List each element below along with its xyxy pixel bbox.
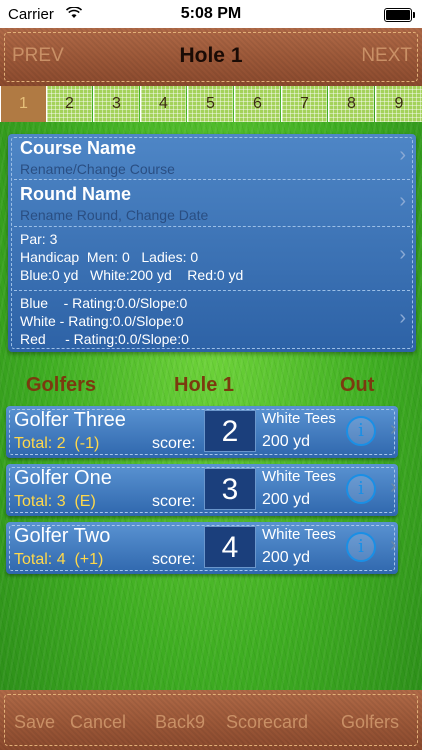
yardage-label: 200 yd xyxy=(262,491,311,508)
golfer-row[interactable]: Golfer Three Total: 2 (-1) score: 2 Whit… xyxy=(6,406,398,458)
golfer-total: Total: 2 (-1) xyxy=(14,435,100,452)
yardage-label: 200 yd xyxy=(262,433,311,450)
back9-button[interactable]: Back9 xyxy=(155,712,205,733)
battery-icon xyxy=(384,8,415,22)
chevron-right-icon: › xyxy=(399,307,406,329)
page-title: Hole 1 xyxy=(179,44,243,67)
hole-tab-8[interactable]: 8 xyxy=(328,86,374,122)
golfer-total: Total: 3 (E) xyxy=(14,493,96,510)
score-label: score: xyxy=(152,493,196,510)
round-name-title: Round Name xyxy=(20,184,132,204)
score-box[interactable]: 4 xyxy=(204,526,256,568)
info-icon[interactable]: i xyxy=(346,532,376,562)
golfer-row[interactable]: Golfer One Total: 3 (E) score: 3 White T… xyxy=(6,464,398,516)
hole-tab-4[interactable]: 4 xyxy=(140,86,186,122)
rating-red: Red - Rating:0.0/Slope:0 xyxy=(20,331,189,347)
chevron-right-icon: › xyxy=(390,534,397,556)
tee-label: White Tees xyxy=(262,468,336,485)
round-row[interactable]: Round Name Rename Round, Change Date › xyxy=(8,180,416,226)
footer-toolbar: Save Cancel Back9 Scorecard Golfers xyxy=(0,690,422,750)
score-box[interactable]: 2 xyxy=(204,410,256,452)
par-text: Par: 3 xyxy=(20,231,58,247)
info-icon[interactable]: i xyxy=(346,416,376,446)
handicap-text: Handicap Men: 0 Ladies: 0 xyxy=(20,249,199,265)
tee-label: White Tees xyxy=(262,526,336,543)
next-button[interactable]: NEXT xyxy=(361,45,412,67)
golfer-name: Golfer Two xyxy=(14,525,111,547)
golfer-name: Golfer One xyxy=(14,467,112,489)
course-info-card: Course Name Rename/Change Course › Round… xyxy=(8,134,416,352)
hole-tab-7[interactable]: 7 xyxy=(281,86,327,122)
hole-tab-2[interactable]: 2 xyxy=(46,86,92,122)
cancel-button[interactable]: Cancel xyxy=(70,712,126,733)
rating-blue: Blue - Rating:0.0/Slope:0 xyxy=(20,295,188,311)
rating-white: White - Rating:0.0/Slope:0 xyxy=(20,313,184,329)
golfer-name: Golfer Three xyxy=(14,409,126,431)
chevron-right-icon: › xyxy=(399,243,406,265)
chevron-right-icon: › xyxy=(399,190,406,212)
score-label: score: xyxy=(152,551,196,568)
score-box[interactable]: 3 xyxy=(204,468,256,510)
info-icon[interactable]: i xyxy=(346,474,376,504)
hole-selector: 1 2 3 4 5 6 7 8 9 xyxy=(0,86,422,122)
hole-tab-3[interactable]: 3 xyxy=(93,86,139,122)
chevron-right-icon: › xyxy=(399,144,406,166)
course-name-subtitle: Rename/Change Course xyxy=(20,161,175,177)
chevron-right-icon: › xyxy=(390,418,397,440)
yardage-text: Blue:0 yd White:200 yd Red:0 yd xyxy=(20,267,244,283)
round-name-subtitle: Rename Round, Change Date xyxy=(20,207,209,223)
clock: 5:08 PM xyxy=(180,5,242,22)
hole-heading: Hole 1 xyxy=(174,374,235,396)
chevron-right-icon: › xyxy=(390,476,397,498)
hole-info-row[interactable]: Par: 3 Handicap Men: 0 Ladies: 0 Blue:0 … xyxy=(8,227,416,289)
course-name-title: Course Name xyxy=(20,138,137,158)
course-row[interactable]: Course Name Rename/Change Course › xyxy=(8,134,416,180)
hole-tab-1[interactable]: 1 xyxy=(0,86,46,122)
yardage-label: 200 yd xyxy=(262,549,311,566)
tee-label: White Tees xyxy=(262,410,336,427)
golfer-total: Total: 4 (+1) xyxy=(14,551,104,568)
hole-tab-5[interactable]: 5 xyxy=(187,86,233,122)
out-heading: Out xyxy=(340,374,375,396)
ratings-row[interactable]: Blue - Rating:0.0/Slope:0 White - Rating… xyxy=(8,291,416,351)
header-bar: PREV Hole 1 NEXT xyxy=(0,28,422,86)
golfers-heading: Golfers xyxy=(26,374,97,396)
golfers-button[interactable]: Golfers xyxy=(341,712,399,733)
golfer-row[interactable]: Golfer Two Total: 4 (+1) score: 4 White … xyxy=(6,522,398,574)
save-button[interactable]: Save xyxy=(14,712,55,733)
hole-tab-6[interactable]: 6 xyxy=(234,86,280,122)
score-label: score: xyxy=(152,435,196,452)
scorecard-button[interactable]: Scorecard xyxy=(226,712,308,733)
hole-tab-9[interactable]: 9 xyxy=(375,86,422,122)
status-bar: Carrier 5:08 PM xyxy=(0,0,422,28)
